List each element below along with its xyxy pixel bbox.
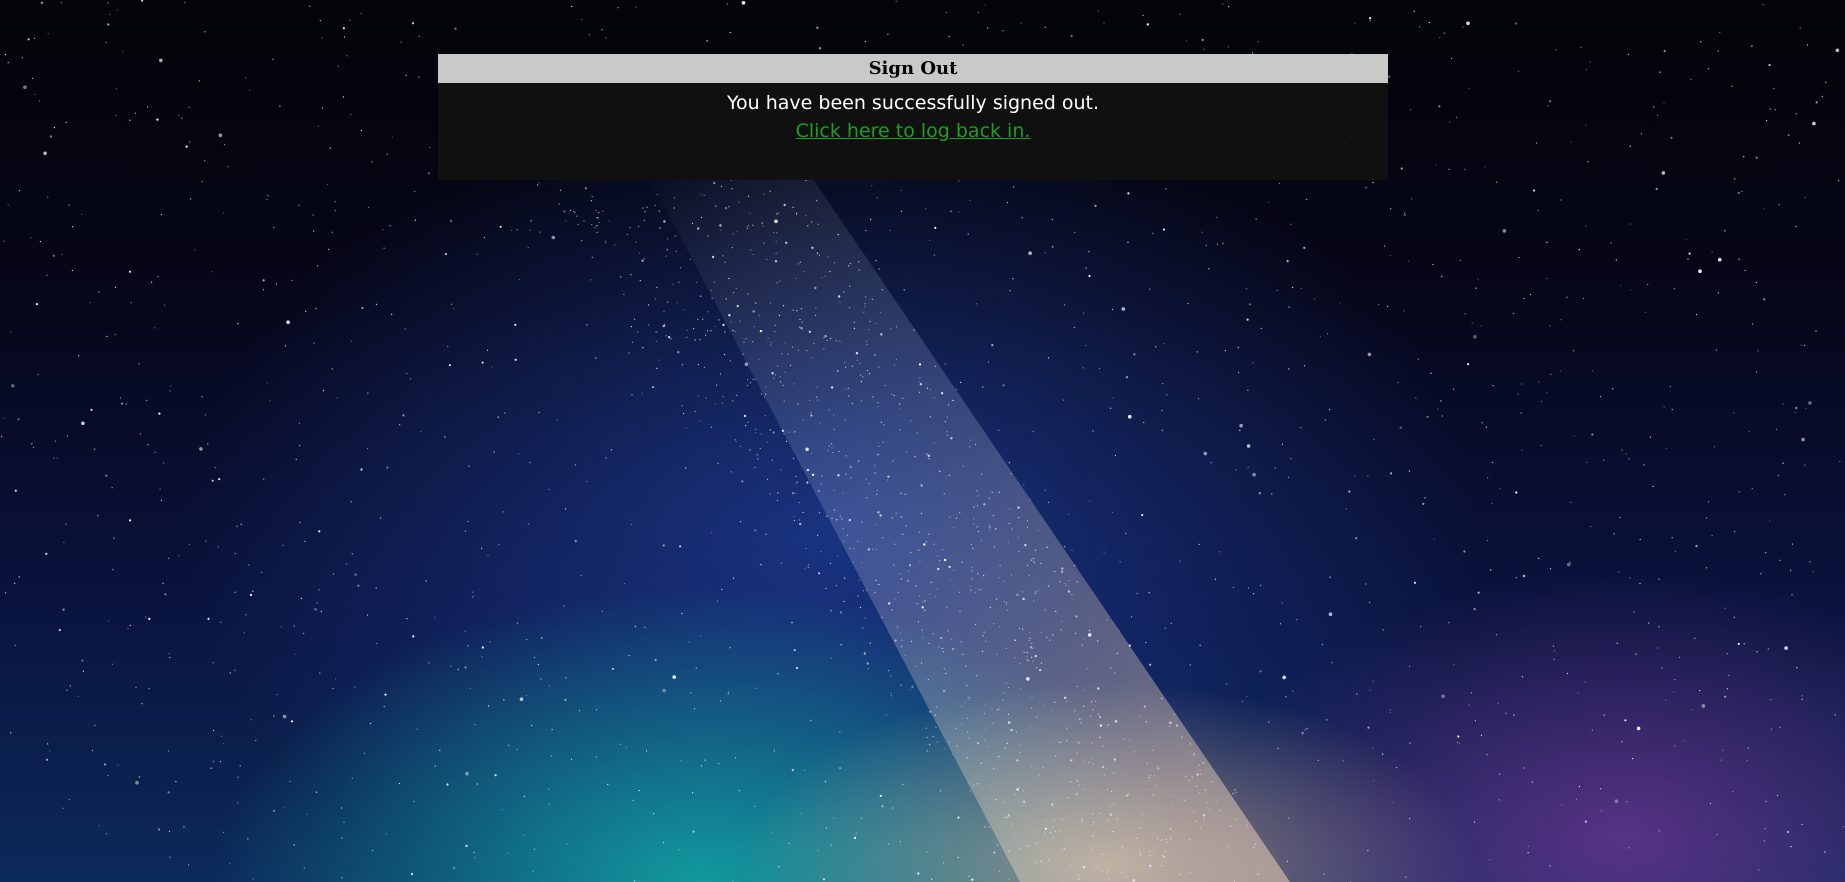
panel-title: Sign Out [438, 54, 1388, 83]
relogin-link[interactable]: Click here to log back in. [796, 120, 1031, 142]
panel-body: You have been successfully signed out. C… [438, 83, 1388, 145]
signout-panel: Sign Out You have been successfully sign… [438, 54, 1388, 180]
milky-way-band [640, 160, 1290, 882]
signout-message: You have been successfully signed out. [726, 92, 1100, 114]
